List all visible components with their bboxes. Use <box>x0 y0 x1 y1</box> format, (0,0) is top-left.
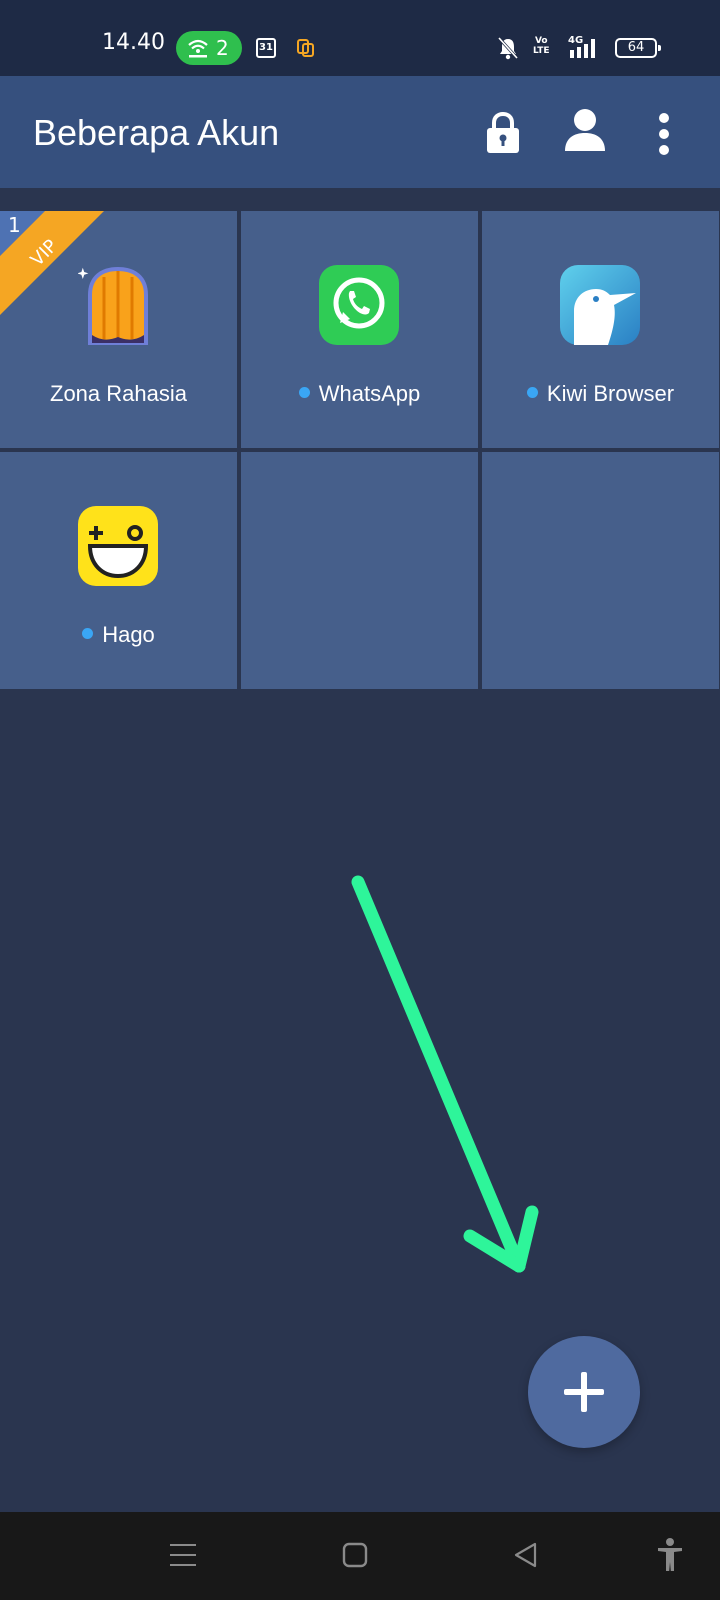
home-icon[interactable] <box>342 1542 368 1568</box>
back-icon[interactable] <box>513 1542 539 1568</box>
navigation-bar <box>0 1512 720 1600</box>
menu-icon[interactable] <box>170 1542 196 1568</box>
add-app-button[interactable] <box>528 1336 640 1448</box>
accessibility-icon[interactable] <box>657 1538 683 1572</box>
plus-icon <box>564 1372 604 1412</box>
